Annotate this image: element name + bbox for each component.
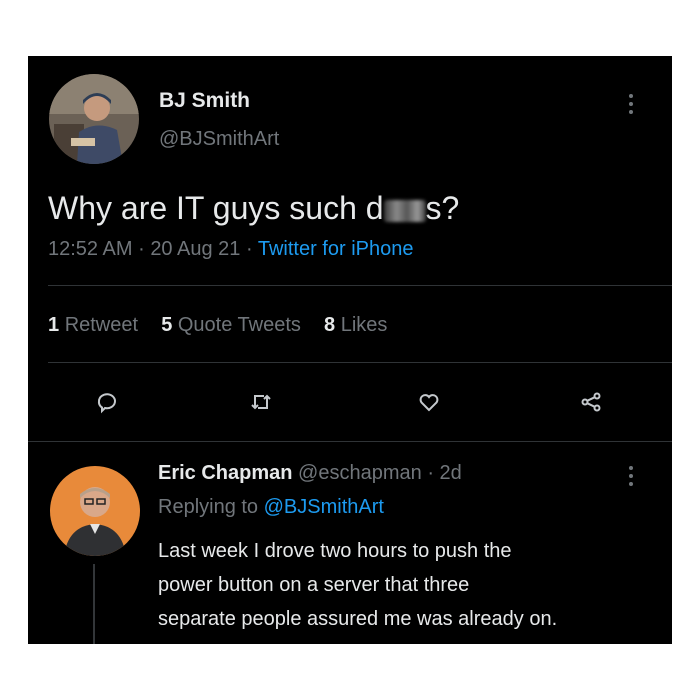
reply-text-line: power button on a server that three	[158, 574, 470, 596]
quotes-count: 5	[161, 314, 173, 336]
reply-more-icon[interactable]	[625, 466, 637, 486]
reply-text-line: separate people assured me was already o…	[158, 608, 558, 630]
tweet-text: Why are IT guys such d s?	[48, 190, 459, 227]
reply-icon[interactable]	[92, 387, 122, 417]
likes-count: 8	[324, 314, 336, 336]
replying-to: Replying to @BJSmithArt	[158, 496, 384, 519]
reply-author-photo	[50, 466, 140, 556]
like-icon[interactable]	[414, 387, 444, 417]
reply-author-name[interactable]: Eric Chapman	[158, 462, 292, 484]
replying-to-label: Replying to	[158, 496, 259, 518]
divider-bottom	[28, 441, 672, 442]
reply-author-handle[interactable]: @eschapman	[298, 462, 422, 484]
thread-line	[93, 564, 95, 644]
author-handle[interactable]: @BJSmithArt	[159, 128, 279, 151]
reply-author-avatar[interactable]	[50, 466, 140, 556]
meta-separator-2: ·	[245, 238, 253, 260]
tweet-text-start: Why are IT guys such d	[48, 190, 384, 226]
tweet-panel: BJ Smith @BJSmithArt Why are IT guys suc…	[28, 56, 672, 644]
tweet-source[interactable]: Twitter for iPhone	[258, 238, 414, 260]
reply-text: Last week I drove two hours to push the …	[158, 534, 557, 636]
tweet-stats: 1 Retweet 5 Quote Tweets 8 Likes	[48, 314, 387, 337]
author-name[interactable]: BJ Smith	[159, 89, 250, 113]
retweets-label: Retweet	[64, 314, 139, 336]
tweet-meta: 12:52 AM · 20 Aug 21 · Twitter for iPhon…	[48, 238, 413, 261]
retweets-stat[interactable]: 1 Retweet	[48, 314, 144, 336]
replying-to-handle[interactable]: @BJSmithArt	[264, 496, 384, 518]
quotes-stat[interactable]: 5 Quote Tweets	[161, 314, 306, 336]
author-avatar[interactable]	[49, 74, 139, 164]
retweets-count: 1	[48, 314, 60, 336]
reply-header: Eric Chapman @eschapman · 2d	[158, 462, 462, 485]
quotes-label: Quote Tweets	[177, 314, 301, 336]
more-icon[interactable]	[625, 94, 637, 114]
tweet-time[interactable]: 12:52 AM	[48, 238, 133, 260]
reply-age[interactable]: · 2d	[427, 462, 461, 484]
meta-separator: ·	[138, 238, 145, 260]
redaction-blur	[383, 200, 426, 222]
likes-label: Likes	[340, 314, 388, 336]
tweet-text-end: s?	[425, 190, 460, 226]
retweet-icon[interactable]	[246, 387, 276, 417]
likes-stat[interactable]: 8 Likes	[324, 314, 387, 336]
divider-middle	[48, 362, 672, 363]
share-icon[interactable]	[576, 387, 606, 417]
divider-top	[48, 285, 672, 286]
reply-text-line: Last week I drove two hours to push the	[158, 540, 512, 562]
author-photo	[49, 74, 139, 164]
tweet-date[interactable]: 20 Aug 21	[150, 238, 240, 260]
